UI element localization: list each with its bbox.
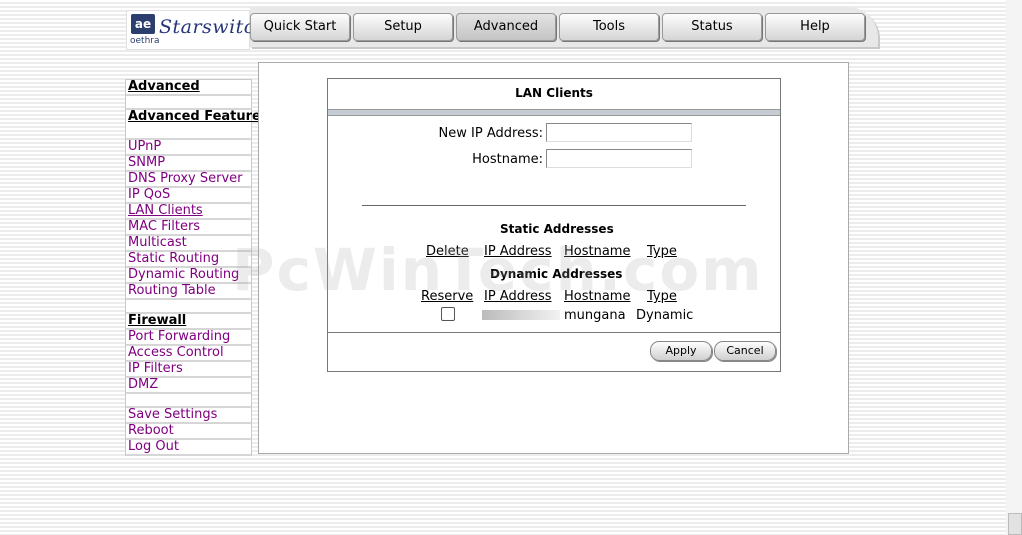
sidebar-item-dns-proxy-server[interactable]: DNS Proxy Server <box>128 171 243 186</box>
sidebar-item-static-routing[interactable]: Static Routing <box>128 251 219 266</box>
top-navigation: ae oethra Starswitch Quick Start Setup A… <box>0 0 1022 60</box>
tab-setup[interactable]: Setup <box>353 13 453 41</box>
sidebar-item-lan-clients[interactable]: LAN Clients <box>128 203 203 218</box>
sidebar-item-upnp[interactable]: UPnP <box>128 139 161 154</box>
sidebar-heading-firewall: Firewall <box>126 314 251 330</box>
lan-clients-panel: LAN Clients New IP Address: Hostname: St… <box>327 78 781 372</box>
logo-company: oethra <box>130 36 160 46</box>
sidebar-heading-advanced: Advanced <box>126 80 251 96</box>
static-col-type: Type <box>647 244 677 259</box>
new-ip-address-input[interactable] <box>546 123 692 142</box>
sidebar-menu: Advanced Advanced Features UPnP SNMP DNS… <box>125 79 269 456</box>
panel-title: LAN Clients <box>515 86 593 100</box>
sidebar-item-reboot[interactable]: Reboot <box>128 423 174 438</box>
new-ip-address-label: New IP Address: <box>438 126 543 141</box>
vertical-scrollbar[interactable] <box>1006 0 1022 535</box>
dynamic-col-ip-address: IP Address <box>484 289 552 304</box>
cancel-button[interactable]: Cancel <box>714 341 776 361</box>
dynamic-col-hostname: Hostname <box>564 289 631 304</box>
dynamic-hostname-cell: mungana <box>564 308 626 323</box>
tab-tools[interactable]: Tools <box>559 13 659 41</box>
sidebar-item-port-forwarding[interactable]: Port Forwarding <box>128 329 230 344</box>
sidebar-item-access-control[interactable]: Access Control <box>128 345 224 360</box>
sidebar-item-dynamic-routing[interactable]: Dynamic Routing <box>128 267 239 282</box>
dynamic-col-type: Type <box>647 289 677 304</box>
tab-advanced[interactable]: Advanced <box>456 13 556 41</box>
brand-logo: ae oethra Starswitch <box>126 10 267 50</box>
sidebar-item-save-settings[interactable]: Save Settings <box>128 407 217 422</box>
tab-quick-start[interactable]: Quick Start <box>250 13 350 41</box>
sidebar-item-ip-filters[interactable]: IP Filters <box>128 361 183 376</box>
tab-help[interactable]: Help <box>765 13 865 41</box>
sidebar-item-multicast[interactable]: Multicast <box>128 235 187 250</box>
reserve-checkbox[interactable] <box>441 307 455 321</box>
sidebar-item-snmp[interactable]: SNMP <box>128 155 165 170</box>
static-col-delete: Delete <box>426 244 469 259</box>
hostname-input[interactable] <box>546 149 692 168</box>
logo-mark: ae <box>131 14 155 34</box>
sidebar-item-ip-qos[interactable]: IP QoS <box>128 187 170 202</box>
dynamic-addresses-title: Dynamic Addresses <box>490 267 623 281</box>
static-col-ip-address: IP Address <box>484 244 552 259</box>
dynamic-type-cell: Dynamic <box>636 308 694 323</box>
tab-status[interactable]: Status <box>662 13 762 41</box>
sidebar-heading-advanced-features: Advanced Features <box>126 110 269 140</box>
panel-title-bar <box>328 109 780 116</box>
sidebar-item-mac-filters[interactable]: MAC Filters <box>128 219 200 234</box>
panel-footer-divider <box>328 332 780 333</box>
sidebar-item-log-out[interactable]: Log Out <box>128 439 179 454</box>
static-addresses-title: Static Addresses <box>500 222 614 236</box>
main-tabs: Quick Start Setup Advanced Tools Status … <box>250 7 878 47</box>
sidebar-spacer <box>126 96 251 110</box>
sidebar-item-routing-table[interactable]: Routing Table <box>128 283 216 298</box>
sidebar-spacer <box>126 394 251 408</box>
dynamic-col-reserve: Reserve <box>421 289 474 304</box>
content-area: LAN Clients New IP Address: Hostname: St… <box>258 62 849 454</box>
hostname-label: Hostname: <box>472 152 543 167</box>
static-col-hostname: Hostname <box>564 244 631 259</box>
scrollbar-thumb[interactable] <box>1008 513 1022 535</box>
apply-button[interactable]: Apply <box>650 341 712 361</box>
sidebar-spacer <box>126 300 251 314</box>
dynamic-ip-address-redacted <box>482 310 560 320</box>
sidebar-item-dmz[interactable]: DMZ <box>128 377 158 392</box>
section-divider <box>362 205 746 206</box>
